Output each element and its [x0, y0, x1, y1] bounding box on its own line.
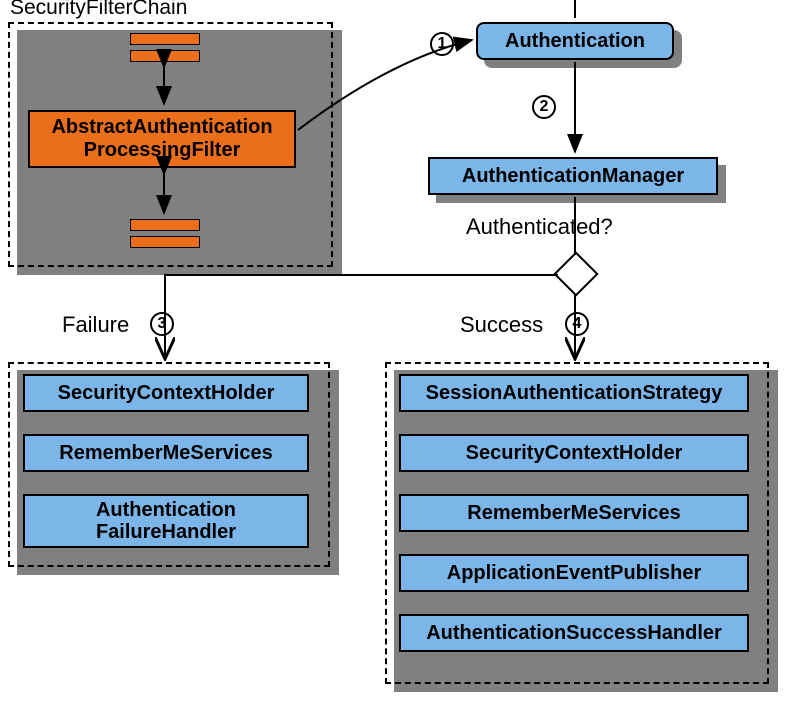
failure-item-3: Authentication FailureHandler: [23, 494, 309, 548]
success-item-5: AuthenticationSuccessHandler: [399, 614, 749, 652]
success-item-2: SecurityContextHolder: [399, 434, 749, 472]
authenticated-question-label: Authenticated?: [466, 214, 613, 240]
filter-stripe-icon: [130, 33, 200, 45]
failure-title: Failure: [62, 312, 129, 338]
filter-chain-title: SecurityFilterChain: [10, 0, 187, 20]
decision-diamond-icon: [553, 251, 598, 296]
failure-item-2: RememberMeServices: [23, 434, 309, 472]
step-badge-2: 2: [532, 95, 556, 119]
success-item-1: SessionAuthenticationStrategy: [399, 374, 749, 412]
authentication-node: Authentication: [476, 22, 674, 60]
filter-stripe-icon: [130, 236, 200, 248]
filter-stripe-icon: [130, 219, 200, 231]
success-item-4: ApplicationEventPublisher: [399, 554, 749, 592]
step-badge-3: 3: [150, 312, 174, 336]
failure-item-1: SecurityContextHolder: [23, 374, 309, 412]
success-title: Success: [460, 312, 543, 338]
step-badge-4: 4: [565, 312, 589, 336]
step-badge-1: 1: [430, 32, 454, 56]
filter-stripe-icon: [130, 50, 200, 62]
auth-manager-node: AuthenticationManager: [428, 157, 718, 195]
main-filter-box: AbstractAuthentication ProcessingFilter: [28, 110, 296, 168]
success-item-3: RememberMeServices: [399, 494, 749, 532]
